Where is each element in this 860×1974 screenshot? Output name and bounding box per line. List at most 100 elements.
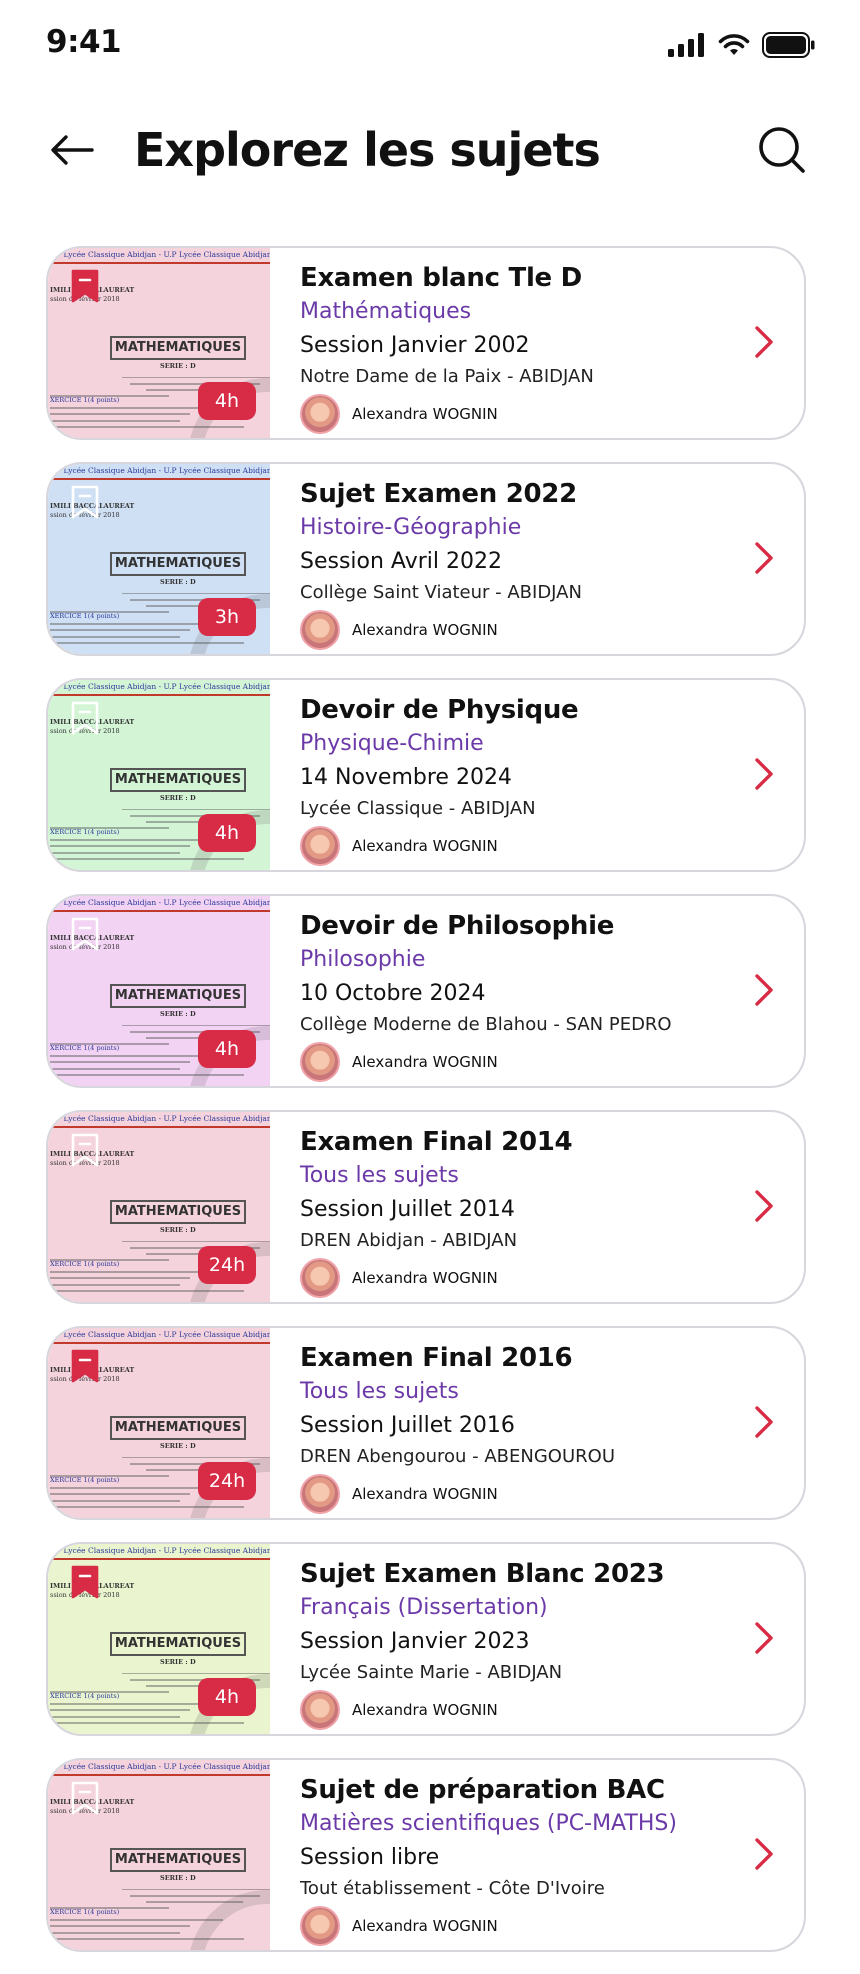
subject-card[interactable]: U.P Lycée Classique Abidjan - U.P Lycée … [46,1758,806,1952]
chevron-right-icon[interactable] [752,324,778,360]
card-title: Examen Final 2014 [300,1127,573,1157]
doc-subject-box: MATHEMATIQUES [110,1416,246,1440]
bookmark-filled-icon[interactable] [70,268,100,304]
author-row: Alexandra WOGNIN [300,1906,720,1946]
card-title: Examen Final 2016 [300,1343,573,1373]
card-session: Session Juillet 2014 [300,1197,515,1222]
chevron-right-icon[interactable] [752,1404,778,1440]
doc-school-header: U.P Lycée Classique Abidjan - U.P Lycée … [48,1546,270,1555]
arrow-left-icon [51,135,94,165]
bookmark-outline-icon[interactable] [70,1132,100,1168]
card-author: Alexandra WOGNIN [352,837,498,855]
doc-divider [48,1342,270,1344]
subject-card[interactable]: U.P Lycée Classique Abidjan - U.P Lycée … [46,1542,806,1736]
card-author: Alexandra WOGNIN [352,621,498,639]
status-bar: 9:41 [0,0,860,90]
author-row: Alexandra WOGNIN [300,826,720,866]
doc-serie: SERIE : D [160,578,196,586]
duration-badge: 4h [198,1678,256,1716]
doc-subject-box: MATHEMATIQUES [110,984,246,1008]
duration-badge: 24h [198,1462,256,1500]
doc-subject-box: MATHEMATIQUES [110,1632,246,1656]
doc-serie: SERIE : D [160,362,196,370]
document-thumbnail: U.P Lycée Classique Abidjan - U.P Lycée … [48,680,270,870]
card-info: Devoir de Philosophie Philosophie 10 Oct… [300,910,720,1082]
page-title: Explorez les sujets [134,123,601,177]
card-school: Notre Dame de la Paix - ABIDJAN [300,366,594,387]
avatar [300,826,340,866]
bookmark-outline-icon[interactable] [70,700,100,736]
doc-divider [48,262,270,264]
doc-subject-box: MATHEMATIQUES [110,1848,246,1872]
doc-divider [48,910,270,912]
doc-serie: SERIE : D [160,1010,196,1018]
card-school: DREN Abidjan - ABIDJAN [300,1230,518,1251]
doc-school-header: U.P Lycée Classique Abidjan - U.P Lycée … [48,682,270,691]
back-button[interactable] [44,122,100,178]
chevron-right-icon[interactable] [752,1836,778,1872]
cellular-signal-icon [668,33,704,57]
bookmark-outline-icon[interactable] [70,484,100,520]
card-session: Session Janvier 2002 [300,333,530,358]
subject-card[interactable]: U.P Lycée Classique Abidjan - U.P Lycée … [46,462,806,656]
author-row: Alexandra WOGNIN [300,1690,720,1730]
author-row: Alexandra WOGNIN [300,1474,720,1514]
chevron-right-icon[interactable] [752,972,778,1008]
card-session: Session Janvier 2023 [300,1629,530,1654]
duration-badge: 3h [198,598,256,636]
card-subject: Matières scientifiques (PC-MATHS) [300,1811,677,1836]
author-row: Alexandra WOGNIN [300,1042,720,1082]
card-title: Sujet de préparation BAC [300,1775,665,1805]
header: Explorez les sujets [0,110,860,190]
doc-subject-box: MATHEMATIQUES [110,336,246,360]
document-thumbnail: U.P Lycée Classique Abidjan - U.P Lycée … [48,1112,270,1302]
chevron-right-icon[interactable] [752,756,778,792]
subject-card[interactable]: U.P Lycée Classique Abidjan - U.P Lycée … [46,1326,806,1520]
card-subject: Philosophie [300,947,426,972]
card-info: Sujet de préparation BAC Matières scient… [300,1774,720,1946]
card-session: 14 Novembre 2024 [300,765,512,790]
duration-badge: 4h [198,382,256,420]
chevron-right-icon[interactable] [752,1188,778,1224]
author-row: Alexandra WOGNIN [300,1258,720,1298]
bookmark-outline-icon[interactable] [70,1780,100,1816]
card-title: Sujet Examen Blanc 2023 [300,1559,665,1589]
status-icons [668,30,816,60]
doc-subject-box: MATHEMATIQUES [110,768,246,792]
card-subject: Physique-Chimie [300,731,484,756]
avatar [300,1258,340,1298]
card-author: Alexandra WOGNIN [352,405,498,423]
search-button[interactable] [752,120,812,180]
bookmark-filled-icon[interactable] [70,1348,100,1384]
avatar [300,1690,340,1730]
doc-divider [48,1126,270,1128]
doc-serie: SERIE : D [160,1874,196,1882]
search-icon [759,127,805,173]
document-thumbnail: U.P Lycée Classique Abidjan - U.P Lycée … [48,1544,270,1734]
doc-divider [48,478,270,480]
author-row: Alexandra WOGNIN [300,610,720,650]
doc-school-header: U.P Lycée Classique Abidjan - U.P Lycée … [48,1762,270,1771]
chevron-right-icon[interactable] [752,1620,778,1656]
subject-card[interactable]: U.P Lycée Classique Abidjan - U.P Lycée … [46,246,806,440]
bookmark-outline-icon[interactable] [70,916,100,952]
card-school: Collège Moderne de Blahou - SAN PEDRO [300,1014,672,1035]
subject-card[interactable]: U.P Lycée Classique Abidjan - U.P Lycée … [46,678,806,872]
chevron-right-icon[interactable] [752,540,778,576]
card-info: Examen blanc Tle D Mathématiques Session… [300,262,720,434]
document-thumbnail: U.P Lycée Classique Abidjan - U.P Lycée … [48,1328,270,1518]
document-thumbnail: U.P Lycée Classique Abidjan - U.P Lycée … [48,248,270,438]
doc-subject-box: MATHEMATIQUES [110,1200,246,1224]
card-author: Alexandra WOGNIN [352,1485,498,1503]
card-author: Alexandra WOGNIN [352,1701,498,1719]
document-thumbnail: U.P Lycée Classique Abidjan - U.P Lycée … [48,1760,270,1950]
subject-card[interactable]: U.P Lycée Classique Abidjan - U.P Lycée … [46,1110,806,1304]
avatar [300,394,340,434]
wifi-icon [718,34,750,55]
bookmark-filled-icon[interactable] [70,1564,100,1600]
subject-card[interactable]: U.P Lycée Classique Abidjan - U.P Lycée … [46,894,806,1088]
card-info: Examen Final 2014 Tous les sujets Sessio… [300,1126,720,1298]
battery-icon [762,32,815,58]
card-author: Alexandra WOGNIN [352,1053,498,1071]
doc-divider [48,694,270,696]
